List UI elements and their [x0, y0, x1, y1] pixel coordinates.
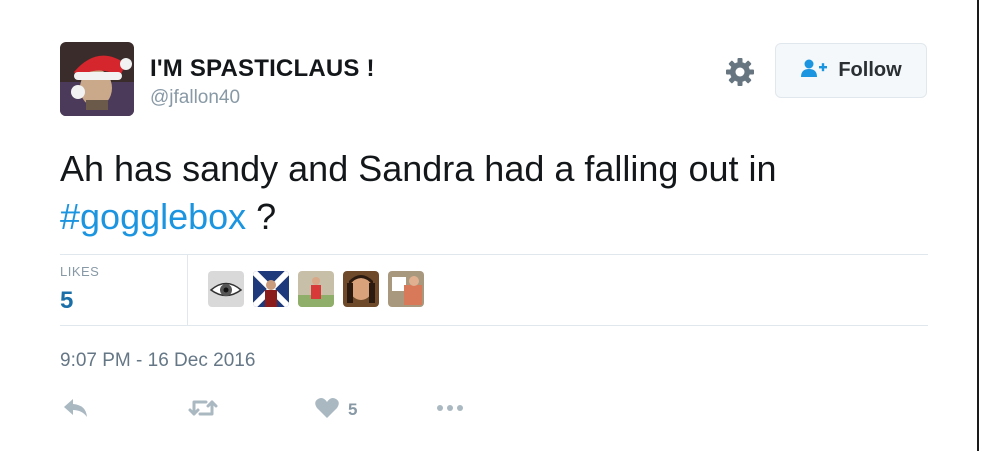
- tweet-timestamp[interactable]: 9:07 PM - 16 Dec 2016: [60, 350, 255, 372]
- tweet-text: Ah has sandy and Sandra had a falling ou…: [60, 145, 920, 241]
- liker-avatars: [208, 271, 424, 307]
- follow-label: Follow: [838, 59, 902, 81]
- likes-label: LIKES: [60, 264, 100, 279]
- gear-icon[interactable]: [724, 56, 756, 88]
- more-icon: [434, 396, 466, 425]
- tweet-body: Ah has sandy and Sandra had a falling ou…: [60, 148, 777, 189]
- retweet-button[interactable]: [187, 395, 219, 425]
- reply-icon: [62, 396, 90, 425]
- like-button[interactable]: 5: [314, 395, 357, 425]
- add-user-icon: [800, 58, 828, 83]
- likes-count[interactable]: 5: [60, 287, 73, 315]
- avatar[interactable]: [60, 42, 134, 116]
- window-edge: [977, 0, 979, 451]
- liker-avatar[interactable]: [253, 271, 289, 307]
- divider-top: [60, 254, 928, 255]
- liker-avatar[interactable]: [208, 271, 244, 307]
- stats-divider: [187, 254, 188, 326]
- hashtag-link[interactable]: #gogglebox: [60, 196, 246, 237]
- more-button[interactable]: [434, 395, 466, 425]
- liker-avatar[interactable]: [298, 271, 334, 307]
- liker-avatar[interactable]: [343, 271, 379, 307]
- divider-bottom: [60, 325, 928, 326]
- tweet-body-end: ?: [246, 196, 277, 237]
- reply-button[interactable]: [62, 395, 90, 425]
- display-name[interactable]: I'M SPASTICLAUS !: [150, 55, 375, 83]
- heart-icon: [314, 396, 340, 425]
- like-action-count: 5: [348, 400, 358, 419]
- follow-button[interactable]: Follow: [775, 43, 927, 98]
- user-handle[interactable]: @jfallon40: [150, 87, 240, 109]
- retweet-icon: [187, 396, 219, 425]
- liker-avatar[interactable]: [388, 271, 424, 307]
